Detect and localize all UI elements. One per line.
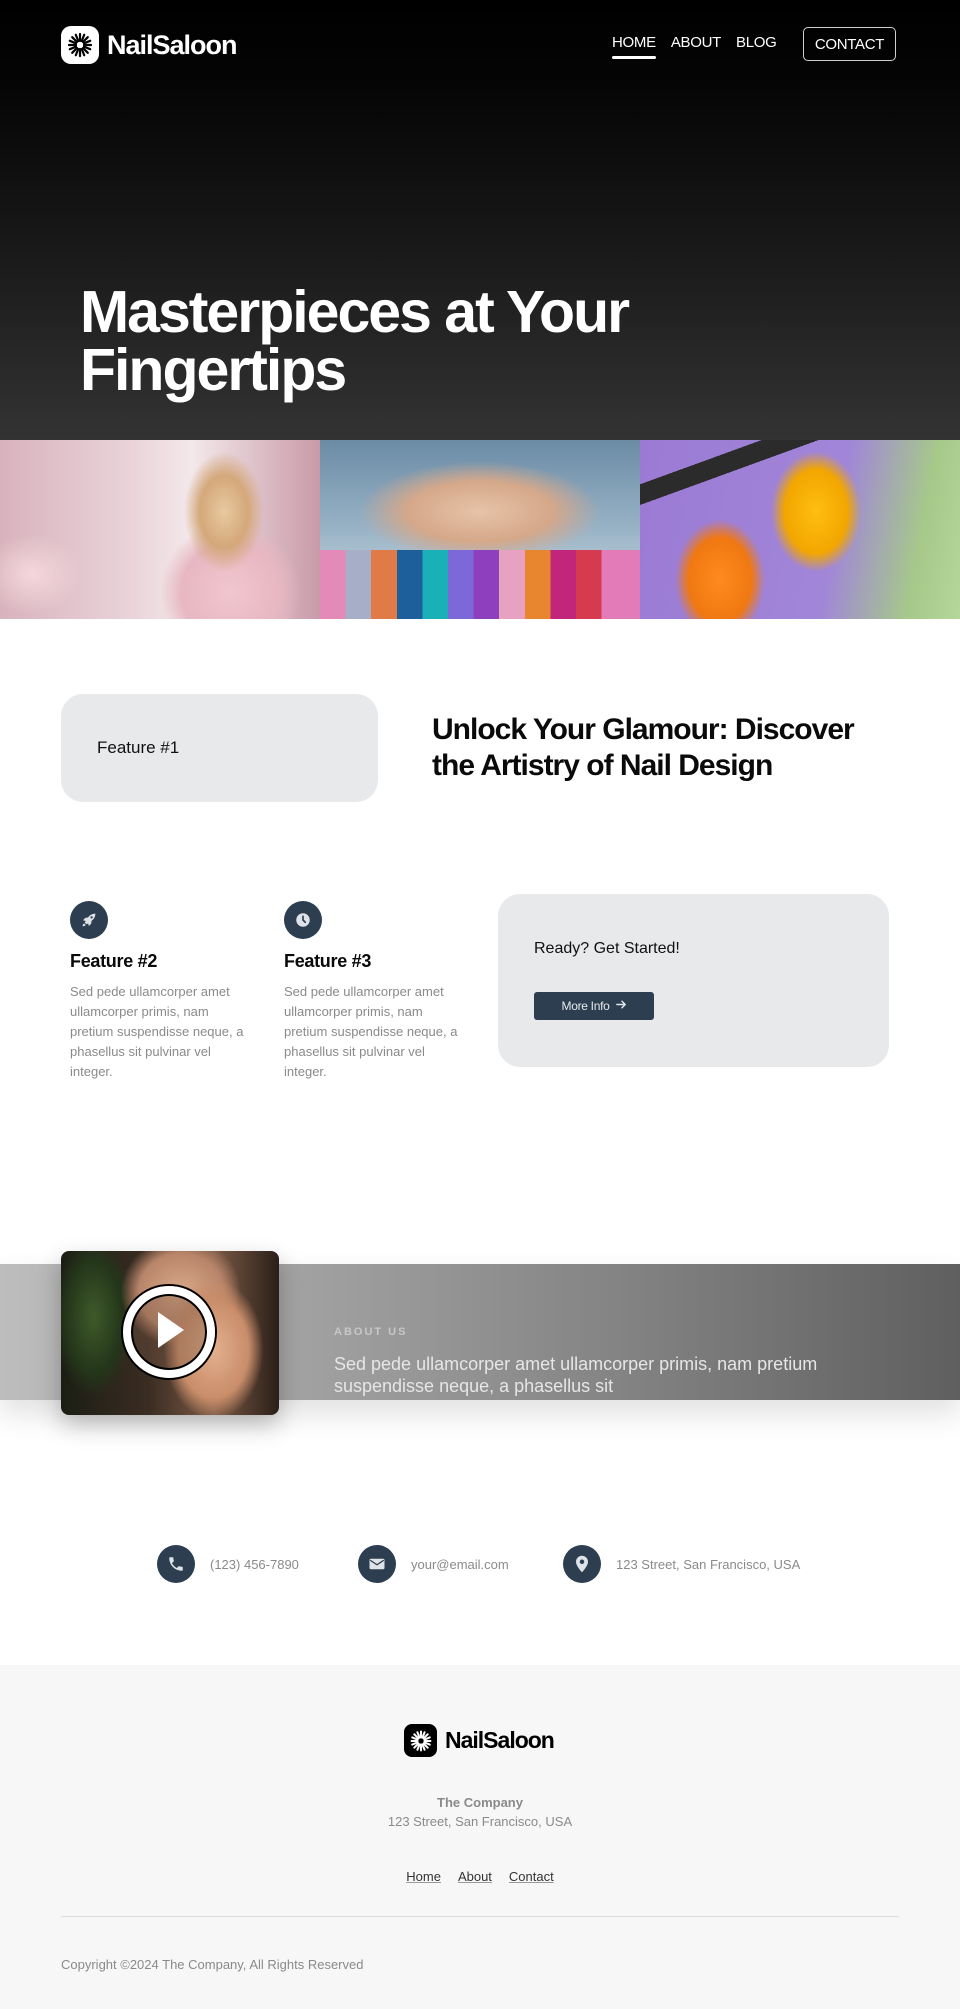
footer-address: 123 Street, San Francisco, USA — [387, 1814, 573, 1829]
contact-address[interactable]: 123 Street, San Francisco, USA — [563, 1545, 800, 1583]
brand-logo[interactable]: NailSaloon — [61, 26, 238, 64]
feature-3-title: Feature #3 — [284, 951, 372, 971]
nav-home[interactable]: HOME — [612, 34, 656, 59]
gallery-image-salon — [0, 440, 320, 619]
contact-info-section: (123) 456-7890 your@email.com 123 Street… — [0, 1523, 960, 1665]
map-pin-icon — [563, 1545, 601, 1583]
footer-divider — [61, 1916, 899, 1917]
feature-2-title: Feature #2 — [70, 951, 158, 971]
contact-phone[interactable]: (123) 456-7890 — [157, 1545, 299, 1583]
contact-address-text: 123 Street, San Francisco, USA — [616, 1556, 801, 1572]
clock-icon — [284, 901, 322, 939]
contact-button[interactable]: CONTACT — [803, 27, 896, 61]
nav-blog[interactable]: BLOG — [736, 34, 777, 51]
brand-name: NailSaloon — [107, 29, 238, 60]
more-info-button[interactable]: More Info — [534, 992, 654, 1020]
feature-1-label: Feature #1 — [97, 738, 180, 757]
feature-2-body: Sed pede ullamcorper amet ullamcorper pr… — [70, 984, 244, 1079]
about-text: Sed pede ullamcorper amet ullamcorper pr… — [334, 1354, 818, 1396]
play-button[interactable] — [123, 1286, 215, 1378]
footer-link-contact[interactable]: Contact — [509, 1869, 554, 1884]
cta-card: Ready? Get Started! More Info — [498, 894, 889, 1067]
footer-link-about[interactable]: About — [458, 1869, 492, 1884]
footer-logo[interactable]: NailSaloon — [404, 1724, 555, 1757]
gallery-image-opi-lacquer — [640, 440, 960, 619]
play-icon — [152, 1310, 186, 1355]
cta-title: Ready? Get Started! — [534, 940, 680, 957]
footer-link-home[interactable]: Home — [406, 1869, 441, 1884]
contact-phone-text: (123) 456-7890 — [210, 1556, 299, 1572]
feature-3: Feature #3 Sed pede ullamcorper amet ull… — [284, 901, 464, 1082]
sunburst-icon — [61, 26, 99, 64]
feature-3-body: Sed pede ullamcorper amet ullamcorper pr… — [284, 984, 458, 1079]
about-video[interactable] — [61, 1251, 279, 1415]
about-label: ABOUT US — [334, 1326, 408, 1338]
feature-1-card: Feature #1 — [61, 694, 378, 802]
gallery-image-polish-bottles — [320, 440, 640, 619]
feature-2: Feature #2 Sed pede ullamcorper amet ull… — [70, 901, 250, 1082]
copyright: Copyright ©2024 The Company, All Rights … — [61, 1957, 364, 1972]
nav-about[interactable]: ABOUT — [671, 34, 721, 51]
contact-email-text: your@email.com — [411, 1556, 509, 1572]
footer-brand-name: NailSaloon — [445, 1727, 555, 1753]
main-menu: HOME ABOUT BLOG — [612, 34, 777, 59]
hero-title: Masterpieces at Your Fingertips — [80, 279, 630, 403]
rocket-icon — [70, 901, 108, 939]
feature-intro-section: Feature #1 Unlock Your Glamour: Discover… — [0, 619, 960, 856]
hero-section: NailSaloon HOME ABOUT BLOG CONTACT Maste… — [0, 0, 960, 440]
more-info-label: More Info — [561, 999, 610, 1013]
footer: NailSaloon The Company 123 Street, San F… — [0, 1665, 960, 2009]
sunburst-icon — [404, 1724, 437, 1757]
arrow-right-icon — [615, 999, 627, 1013]
gallery-strip — [0, 440, 960, 619]
contact-email[interactable]: your@email.com — [358, 1545, 509, 1583]
top-navigation: NailSaloon HOME ABOUT BLOG CONTACT — [0, 0, 960, 90]
about-section: ABOUT US Sed pede ullamcorper amet ullam… — [0, 1236, 960, 1523]
footer-links: Home About Contact — [0, 1869, 960, 1884]
section-heading: Unlock Your Glamour: Discover the Artist… — [432, 713, 855, 782]
footer-company: The Company — [437, 1795, 523, 1810]
phone-icon — [157, 1545, 195, 1583]
envelope-icon — [358, 1545, 396, 1583]
features-section: Feature #2 Sed pede ullamcorper amet ull… — [0, 856, 960, 1236]
